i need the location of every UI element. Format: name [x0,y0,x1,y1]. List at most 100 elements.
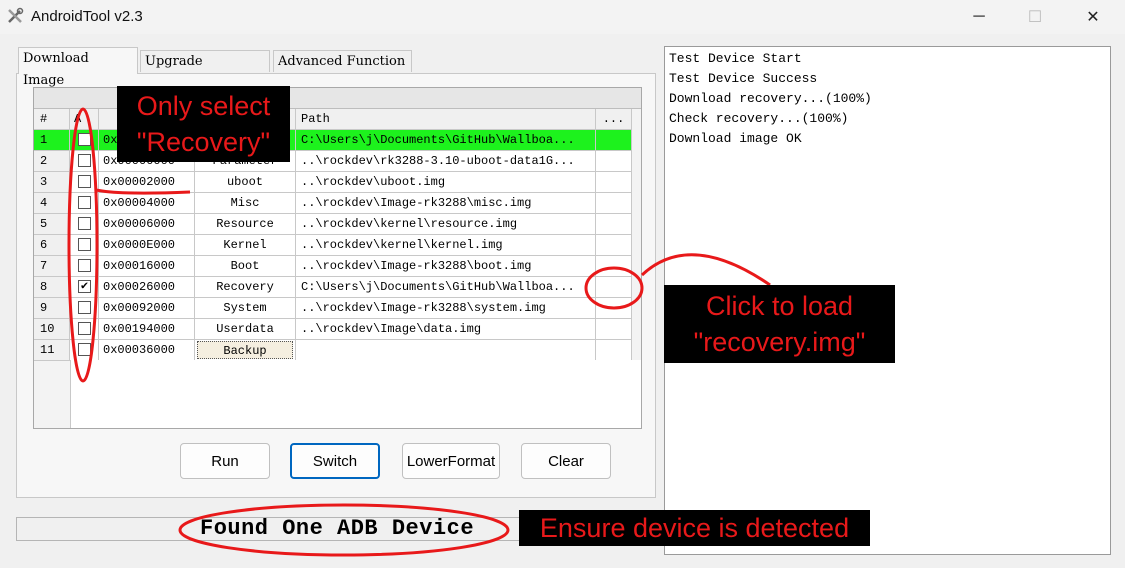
row-number: 8 [34,277,70,298]
row-browse-button[interactable] [596,298,632,319]
clear-button[interactable]: Clear [521,443,611,479]
row-name[interactable]: Recovery [195,277,296,298]
row-number: 2 [34,151,70,172]
row-name[interactable]: Backup [195,340,296,361]
row-checkbox-cell[interactable] [70,214,99,235]
minimize-button[interactable]: ─ [957,4,1001,30]
row-browse-button[interactable] [596,319,632,340]
annotation-ensure-detected: Ensure device is detected [519,510,870,546]
log-line: Test Device Start [669,51,802,66]
row-checkbox-cell[interactable] [70,340,99,361]
annotation-line: "recovery.img" [693,327,866,357]
row-path: ..\rockdev\kernel\resource.img [296,214,596,235]
row-number: 9 [34,298,70,319]
table-empty-area [70,360,641,428]
row-checkbox-cell[interactable]: ✔ [70,277,99,298]
row-checkbox-cell[interactable] [70,151,99,172]
annotation-line: Only select [136,91,271,121]
row-checkbox-cell[interactable] [70,298,99,319]
row-checkbox[interactable] [78,238,91,251]
row-browse-button[interactable] [596,235,632,256]
header-num: # [34,109,70,130]
device-status: Found One ADB Device [200,516,475,541]
row-number: 7 [34,256,70,277]
table-row[interactable]: 7 0x00016000 Boot ..\rockdev\Image-rk3288\b… [34,256,641,277]
tab-download-image[interactable]: Download Image [18,47,138,88]
row-browse-button[interactable] [596,340,632,361]
row-checkbox[interactable] [78,301,91,314]
header-path: Path [296,109,596,130]
row-browse-button[interactable] [596,151,632,172]
row-checkbox[interactable] [78,175,91,188]
annotation-line: Click to load [705,291,854,321]
row-name[interactable]: Resource [195,214,296,235]
window-title: AndroidTool v2.3 [31,8,143,25]
row-address: 0x00026000 [99,277,195,298]
row-checkbox[interactable] [78,343,91,356]
row-browse-button[interactable] [596,193,632,214]
row-checkbox[interactable] [78,217,91,230]
table-row[interactable]: 9 0x00092000 System ..\rockdev\Image-rk3288… [34,298,641,319]
header-checkbox: A [70,109,99,130]
row-path: C:\Users\j\Documents\GitHub\Wallboa... [296,130,596,151]
switch-button[interactable]: Switch [290,443,380,479]
row-address: 0x0000E000 [99,235,195,256]
row-checkbox-cell[interactable] [70,172,99,193]
tab-advanced-function[interactable]: Advanced Function [273,50,412,72]
table-row[interactable]: 4 0x00004000 Misc ..\rockdev\Image-rk3288\m… [34,193,641,214]
row-checkbox-cell[interactable] [70,130,99,151]
log-line: Check recovery...(100%) [669,111,849,126]
log-line: Download image OK [669,131,802,146]
row-address: 0x00194000 [99,319,195,340]
row-path: ..\rockdev\kernel\kernel.img [296,235,596,256]
row-browse-button[interactable] [596,256,632,277]
row-number: 6 [34,235,70,256]
row-path: ..\rockdev\uboot.img [296,172,596,193]
row-address: 0x00004000 [99,193,195,214]
row-checkbox[interactable] [78,133,91,146]
row-name[interactable]: Misc [195,193,296,214]
row-checkbox[interactable] [78,322,91,335]
row-checkbox-cell[interactable] [70,193,99,214]
row-name[interactable]: Kernel [195,235,296,256]
annotation-click-to-load: Click to load "recovery.img" [664,285,895,363]
tools-icon [8,7,24,23]
table-row[interactable]: 3 0x00002000 uboot ..\rockdev\uboot.img [34,172,641,193]
row-checkbox[interactable] [78,154,91,167]
lower-format-button[interactable]: LowerFormat [402,443,500,479]
row-path [296,340,596,361]
row-browse-button[interactable] [596,130,632,151]
close-button[interactable]: ✕ [1071,4,1115,30]
row-checkbox-cell[interactable] [70,235,99,256]
row-checkbox-cell[interactable] [70,256,99,277]
row-browse-button[interactable] [596,172,632,193]
row-address: 0x00016000 [99,256,195,277]
maximize-button[interactable]: ☐ [1013,4,1057,30]
row-checkbox-cell[interactable] [70,319,99,340]
run-button[interactable]: Run [180,443,270,479]
row-path: ..\rockdev\Image\data.img [296,319,596,340]
row-name[interactable]: uboot [195,172,296,193]
table-row[interactable]: 6 0x0000E000 Kernel ..\rockdev\kernel\kerne… [34,235,641,256]
row-checkbox[interactable] [78,259,91,272]
table-row[interactable]: 5 0x00006000 Resource ..\rockdev\kernel\res… [34,214,641,235]
row-path: ..\rockdev\Image-rk3288\system.img [296,298,596,319]
annotation-line: "Recovery" [136,127,271,157]
row-path: C:\Users\j\Documents\GitHub\Wallboa... [296,277,596,298]
row-browse-button[interactable] [596,214,632,235]
row-checkbox[interactable]: ✔ [78,280,91,293]
row-number: 4 [34,193,70,214]
row-name[interactable]: Boot [195,256,296,277]
row-name[interactable]: Userdata [195,319,296,340]
row-number: 1 [34,130,70,151]
row-name-editor[interactable]: Backup [197,341,293,359]
row-name[interactable]: System [195,298,296,319]
row-address: 0x00036000 [99,340,195,361]
tab-upgrade-firmware[interactable]: Upgrade Firmware [140,50,270,91]
table-row[interactable]: 8 ✔ 0x00026000 Recovery C:\Users\j\Documents… [34,277,641,298]
row-number: 11 [34,340,70,361]
table-row[interactable]: 11 0x00036000 Backup [34,340,641,361]
table-row[interactable]: 10 0x00194000 Userdata ..\rockdev\Image\dat… [34,319,641,340]
row-browse-button[interactable] [596,277,632,298]
row-checkbox[interactable] [78,196,91,209]
